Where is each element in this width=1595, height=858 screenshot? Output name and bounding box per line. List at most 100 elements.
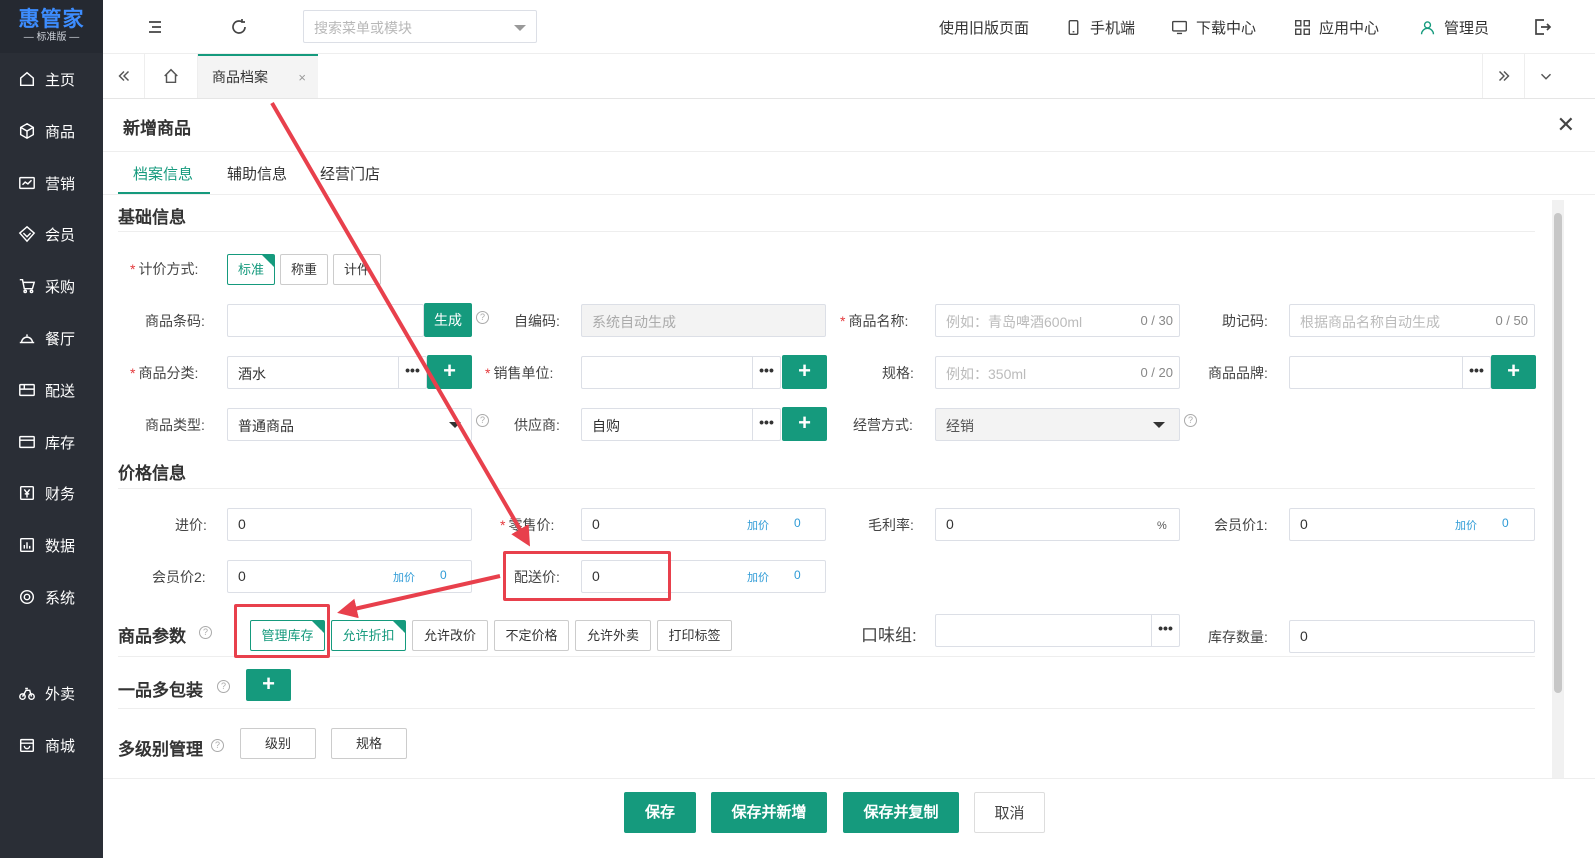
sidebar-item-mall[interactable]: 商城 <box>0 725 103 765</box>
help-icon[interactable]: ? <box>1184 414 1197 427</box>
spec-button[interactable]: 规格 <box>331 728 407 759</box>
name-label-text: 商品名称: <box>848 313 909 329</box>
tab-aux-info[interactable]: 辅助信息 <box>227 163 287 184</box>
refresh-icon[interactable] <box>229 17 249 37</box>
option-allow-discount[interactable]: 允许折扣 ✓ <box>331 620 406 651</box>
pricing-option-piece[interactable]: 计件 <box>333 254 381 285</box>
tab-archive-info[interactable]: 档案信息 <box>133 163 193 184</box>
close-icon[interactable]: × <box>298 70 306 85</box>
purchase-price-field[interactable]: 0 <box>227 508 472 541</box>
sidebar-item-member[interactable]: 会员 <box>0 214 103 254</box>
margin-field[interactable]: 0 <box>935 508 1180 541</box>
more-icon[interactable]: ••• <box>398 357 426 388</box>
home-tab[interactable] <box>145 54 198 98</box>
add-package-button[interactable]: + <box>246 669 291 701</box>
add-unit-button[interactable]: + <box>782 355 827 389</box>
pricing-option-standard[interactable]: 标准 ✓ <box>227 254 275 285</box>
help-icon[interactable]: ? <box>199 626 212 639</box>
sidebar-item-data[interactable]: 数据 <box>0 525 103 565</box>
app-center-link[interactable]: 应用中心 <box>1294 17 1379 38</box>
sidebar-item-label: 营销 <box>45 175 76 193</box>
tab-goods-archive[interactable]: 商品档案 × <box>198 54 318 98</box>
search-input[interactable]: 搜索菜单或模块 <box>303 10 537 43</box>
scrollbar[interactable] <box>1552 200 1564 803</box>
option-allow-price-change[interactable]: 允许改价 <box>412 620 488 651</box>
sidebar-item-restaurant[interactable]: 餐厅 <box>0 318 103 358</box>
mobile-label: 手机端 <box>1090 20 1136 37</box>
spec-field[interactable]: 例如：350ml 0 / 20 <box>935 356 1180 389</box>
more-icon[interactable]: ••• <box>752 409 780 440</box>
help-icon[interactable]: ? <box>476 414 489 427</box>
diamond-icon <box>18 225 36 243</box>
divider <box>103 194 1595 195</box>
product-type-select[interactable]: 普通商品 <box>227 408 472 441</box>
cancel-button[interactable]: 取消 <box>974 792 1045 833</box>
sidebar-item-goods[interactable]: 商品 <box>0 111 103 151</box>
add-price-link[interactable]: 加价 <box>747 569 769 585</box>
option-print-label[interactable]: 打印标签 <box>657 620 732 651</box>
member-price1-field[interactable]: 0 <box>1289 508 1535 541</box>
tabs-menu[interactable] <box>1525 54 1567 98</box>
chevron-down-icon <box>449 422 461 428</box>
sidebar-item-stock[interactable]: 库存 <box>0 422 103 462</box>
brand-name: 惠管家 <box>18 7 85 31</box>
barcode-field[interactable] <box>227 304 424 337</box>
tab-stores[interactable]: 经营门店 <box>320 163 380 184</box>
add-price-link[interactable]: 加价 <box>747 517 769 533</box>
add-category-button[interactable]: + <box>427 355 472 389</box>
stock-qty-field[interactable]: 0 <box>1289 620 1535 653</box>
generate-button[interactable]: 生成 <box>424 303 472 337</box>
option-variable-price[interactable]: 不定价格 <box>494 620 569 651</box>
sidebar-item-takeout[interactable]: 外卖 <box>0 673 103 713</box>
brand-field[interactable]: ••• <box>1289 356 1491 389</box>
help-icon[interactable]: ? <box>476 311 489 324</box>
more-icon[interactable]: ••• <box>752 357 780 388</box>
tabs-scroll-left[interactable] <box>103 54 145 98</box>
product-type-label: 商品类型: <box>145 417 205 433</box>
sidebar-item-system[interactable]: 系统 <box>0 577 103 617</box>
save-and-copy-button[interactable]: 保存并复制 <box>843 792 959 833</box>
download-center-link[interactable]: 下载中心 <box>1171 17 1256 38</box>
bike-icon <box>19 687 35 701</box>
option-allow-takeout[interactable]: 允许外卖 <box>575 620 651 651</box>
sales-unit-field[interactable]: ••• <box>581 356 781 389</box>
help-icon[interactable]: ? <box>211 739 224 752</box>
scroll-thumb[interactable] <box>1554 213 1562 693</box>
help-icon[interactable]: ? <box>217 680 230 693</box>
product-name-field[interactable]: 例如：青岛啤酒600ml 0 / 30 <box>935 304 1180 337</box>
percent-unit: % <box>1157 520 1167 532</box>
tabs-scroll-right[interactable] <box>1482 54 1525 98</box>
retail-price-field[interactable]: 0 <box>581 508 826 541</box>
panel-title: 新增商品 <box>123 119 191 138</box>
user-menu[interactable]: 管理员 <box>1419 17 1489 38</box>
menu-icon <box>149 21 161 33</box>
selected-value: 经销 <box>946 418 974 434</box>
sidebar-item-finance[interactable]: 财务 <box>0 473 103 513</box>
box-icon <box>19 122 35 140</box>
add-price-link[interactable]: 加价 <box>1455 517 1477 533</box>
save-and-new-button[interactable]: 保存并新增 <box>711 792 827 833</box>
close-icon[interactable]: ✕ <box>1557 112 1575 138</box>
mnemonic-field[interactable]: 根据商品名称自动生成 0 / 50 <box>1289 304 1535 337</box>
more-icon[interactable]: ••• <box>1462 357 1490 388</box>
level-button[interactable]: 级别 <box>240 728 316 759</box>
member-price2-field[interactable]: 0 <box>227 560 472 593</box>
category-field[interactable]: 酒水 ••• <box>227 356 427 389</box>
sidebar-item-marketing[interactable]: 营销 <box>0 163 103 203</box>
logout-icon[interactable] <box>1532 17 1552 37</box>
sidebar-item-purchase[interactable]: 采购 <box>0 266 103 306</box>
mobile-link[interactable]: 手机端 <box>1065 17 1135 38</box>
menu-toggle-icon[interactable] <box>145 17 165 37</box>
taste-group-field[interactable]: ••• <box>935 614 1180 647</box>
save-button[interactable]: 保存 <box>624 792 696 833</box>
add-brand-button[interactable]: + <box>1491 355 1536 389</box>
supplier-field[interactable]: 自购 ••• <box>581 408 781 441</box>
old-page-link[interactable]: 使用旧版页面 <box>939 17 1029 38</box>
sidebar-item-delivery[interactable]: 配送 <box>0 370 103 410</box>
sidebar-item-home[interactable]: 主页 <box>0 59 103 99</box>
business-mode-select[interactable]: 经销 <box>935 408 1180 441</box>
add-supplier-button[interactable]: + <box>782 407 827 441</box>
pricing-option-weighed[interactable]: 称重 <box>280 254 328 285</box>
add-price-link[interactable]: 加价 <box>393 569 415 585</box>
more-icon[interactable]: ••• <box>1151 615 1179 646</box>
